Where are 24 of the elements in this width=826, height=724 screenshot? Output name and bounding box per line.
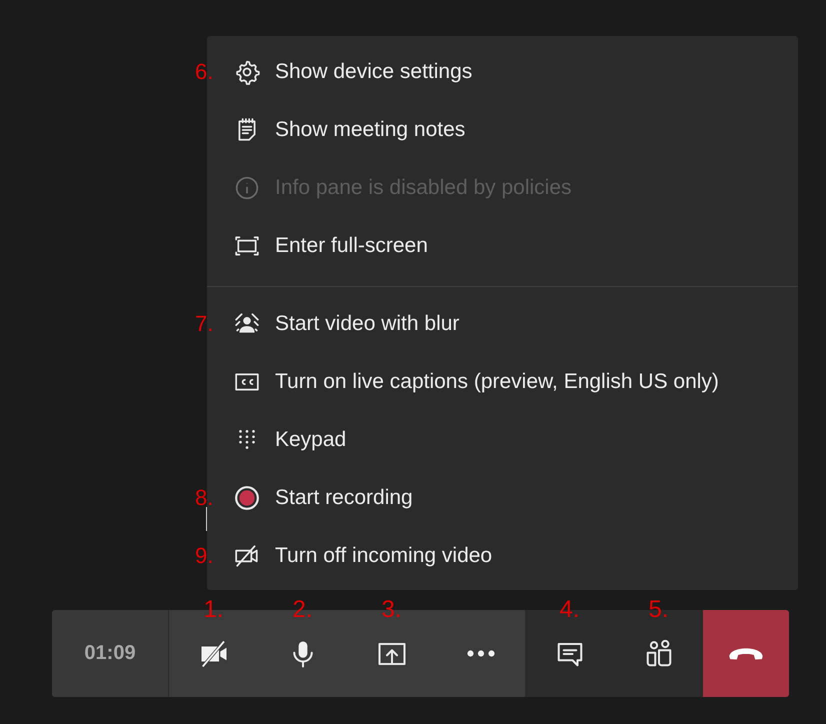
camera-off-icon	[198, 638, 228, 668]
annotation-number: 9.	[195, 545, 214, 567]
record-icon	[234, 485, 260, 511]
annotation-number: 3.	[382, 598, 402, 622]
annotation-number: 4.	[560, 598, 580, 622]
annotation-number: 6.	[195, 61, 214, 83]
info-icon	[234, 175, 260, 201]
leader-line	[206, 507, 207, 531]
hang-up-icon	[729, 648, 763, 660]
camera-off-icon	[234, 543, 260, 569]
gear-icon	[234, 59, 260, 85]
annotation-number: 1.	[204, 598, 224, 622]
annotation-number: 2.	[292, 598, 312, 622]
annotation-number: 8.	[195, 487, 214, 509]
call-timer: 01:09	[52, 610, 169, 697]
annotation-number: 7.	[195, 313, 214, 335]
more-icon	[466, 650, 494, 657]
hang-up-button[interactable]	[703, 610, 789, 697]
menu-item[interactable]: Keypad	[207, 411, 798, 469]
people-icon	[644, 638, 674, 668]
annotation-number: 5.	[648, 598, 668, 622]
menu-item[interactable]: Show meeting notes	[207, 101, 798, 159]
menu-item[interactable]: Turn on live captions (preview, English US only)	[207, 353, 798, 411]
menu-item[interactable]: Enter full-screen	[207, 217, 798, 275]
